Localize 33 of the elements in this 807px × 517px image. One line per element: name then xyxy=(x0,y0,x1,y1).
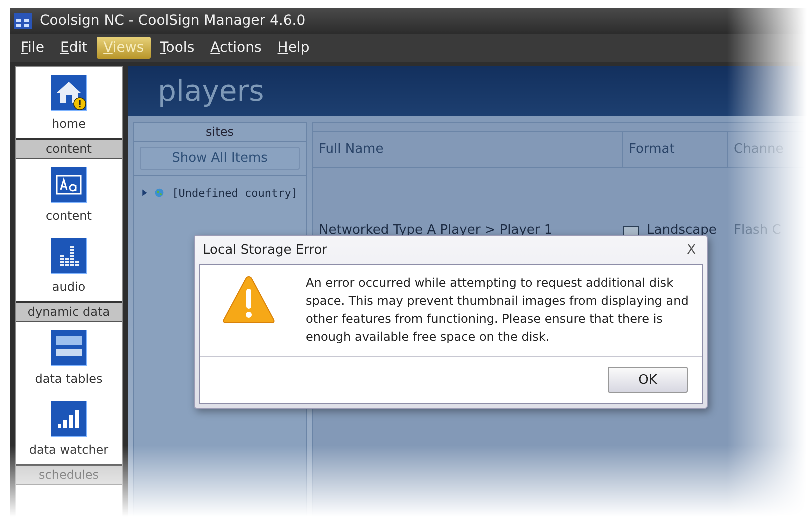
section-header: dynamic data xyxy=(16,301,122,322)
sidebar-item[interactable]: data tables xyxy=(16,322,122,393)
warning-icon xyxy=(222,275,276,325)
menu-item[interactable]: Actions xyxy=(204,37,269,59)
globe-icon xyxy=(155,186,164,200)
menu-item[interactable]: Edit xyxy=(53,37,95,59)
equalizer-icon xyxy=(51,238,87,274)
window-title: Coolsign NC - CoolSign Manager 4.6.0 xyxy=(40,13,306,29)
dialog-title: Local Storage Error xyxy=(203,242,328,258)
house-icon xyxy=(51,75,87,111)
sidebar-item[interactable]: data watcher xyxy=(16,393,122,464)
sidebar-item[interactable]: home xyxy=(16,67,122,138)
error-message: An error occurred while attempting to request additional disk space. This may prevent thumbnail images from displaying and other features from functioning. Please ensure that there is enough available free space on the disk. xyxy=(306,275,690,346)
sidebar-item[interactable]: content xyxy=(16,159,122,230)
landscape-icon xyxy=(623,226,639,236)
menu-item[interactable]: File xyxy=(14,37,52,59)
menu-item[interactable]: Tools xyxy=(153,37,202,59)
section-header: schedules xyxy=(16,464,122,485)
app-icon xyxy=(14,13,32,29)
table-cell: Landscape xyxy=(647,223,717,238)
tree-item[interactable]: [Undefined country] xyxy=(172,186,298,200)
expand-arrow-icon[interactable] xyxy=(142,188,148,198)
menu-item[interactable]: Help xyxy=(270,37,317,59)
ok-button[interactable]: OK xyxy=(608,367,688,393)
panel-title: sites xyxy=(134,123,306,142)
section-header: content xyxy=(16,138,122,159)
bar-graph-icon xyxy=(51,401,87,437)
page-title: players xyxy=(128,66,807,116)
text-icon xyxy=(51,167,87,203)
sidebar-item[interactable]: audio xyxy=(16,230,122,301)
close-button[interactable]: X xyxy=(683,242,700,258)
data-table-icon xyxy=(51,330,87,366)
table-cell-text: Networked Type A Player > Player 1 xyxy=(318,223,554,238)
